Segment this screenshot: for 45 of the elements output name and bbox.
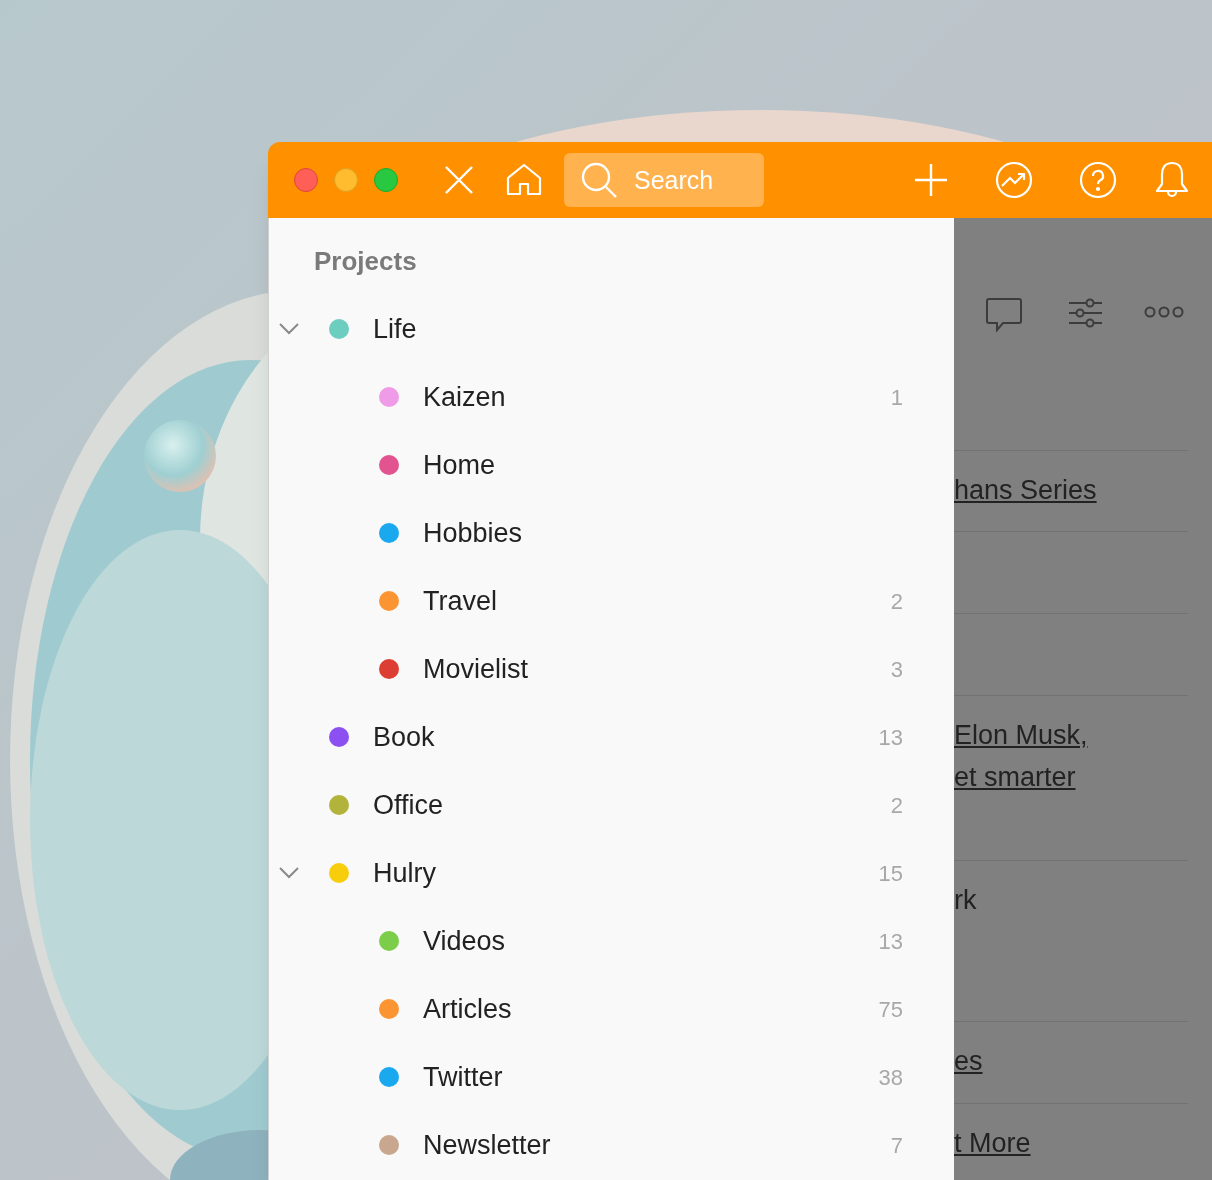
item-count: 13 (878, 927, 903, 956)
project-item[interactable]: Hulry 15 (269, 839, 954, 907)
home-icon[interactable] (506, 163, 542, 197)
chevron-down-icon[interactable] (279, 323, 299, 335)
minimize-window-button[interactable] (334, 168, 358, 192)
item-count: 13 (878, 723, 903, 752)
project-item[interactable]: Twitter 38 (269, 1043, 954, 1111)
item-count: 75 (878, 995, 903, 1024)
project-item[interactable]: Book 13 (269, 703, 954, 771)
item-count: 1 (890, 383, 903, 412)
help-icon[interactable] (1079, 161, 1117, 199)
project-item[interactable]: Hobbies (269, 499, 954, 567)
project-item[interactable]: Kaizen 1 (269, 363, 954, 431)
project-item[interactable]: Home (269, 431, 954, 499)
notification-bell-icon[interactable] (1154, 160, 1190, 200)
task-link[interactable]: et smarter (954, 756, 1076, 798)
task-link[interactable]: es (954, 1040, 983, 1082)
maximize-window-button[interactable] (374, 168, 398, 192)
project-item[interactable]: Office 2 (269, 771, 954, 839)
close-icon[interactable] (444, 165, 474, 195)
item-count: 3 (890, 655, 903, 684)
add-icon[interactable] (914, 163, 948, 197)
item-count: 2 (890, 587, 903, 616)
item-count: 38 (878, 1063, 903, 1092)
project-item[interactable]: Articles 75 (269, 975, 954, 1043)
trend-icon[interactable] (995, 161, 1033, 199)
project-item[interactable]: Life (269, 295, 954, 363)
more-icon[interactable] (1144, 306, 1184, 318)
project-item[interactable]: Newsletter 7 (269, 1111, 954, 1179)
close-window-button[interactable] (294, 168, 318, 192)
task-link[interactable]: t More (954, 1122, 1031, 1164)
filter-sliders-icon[interactable] (1068, 298, 1102, 328)
task-link[interactable]: Elon Musk, (954, 714, 1088, 756)
project-item[interactable]: Travel 2 (269, 567, 954, 635)
comment-icon[interactable] (985, 297, 1023, 333)
item-count: 15 (878, 859, 903, 888)
search-icon (580, 161, 618, 199)
task-text: rk (954, 884, 977, 917)
chevron-down-icon[interactable] (279, 867, 299, 879)
sidebar-heading: Projects (314, 248, 417, 274)
project-item[interactable]: Movielist 3 (269, 635, 954, 703)
item-count: 2 (890, 791, 903, 820)
task-link[interactable]: hans Series (954, 469, 1097, 511)
project-item[interactable]: Videos 13 (269, 907, 954, 975)
item-count: 7 (890, 1131, 903, 1160)
